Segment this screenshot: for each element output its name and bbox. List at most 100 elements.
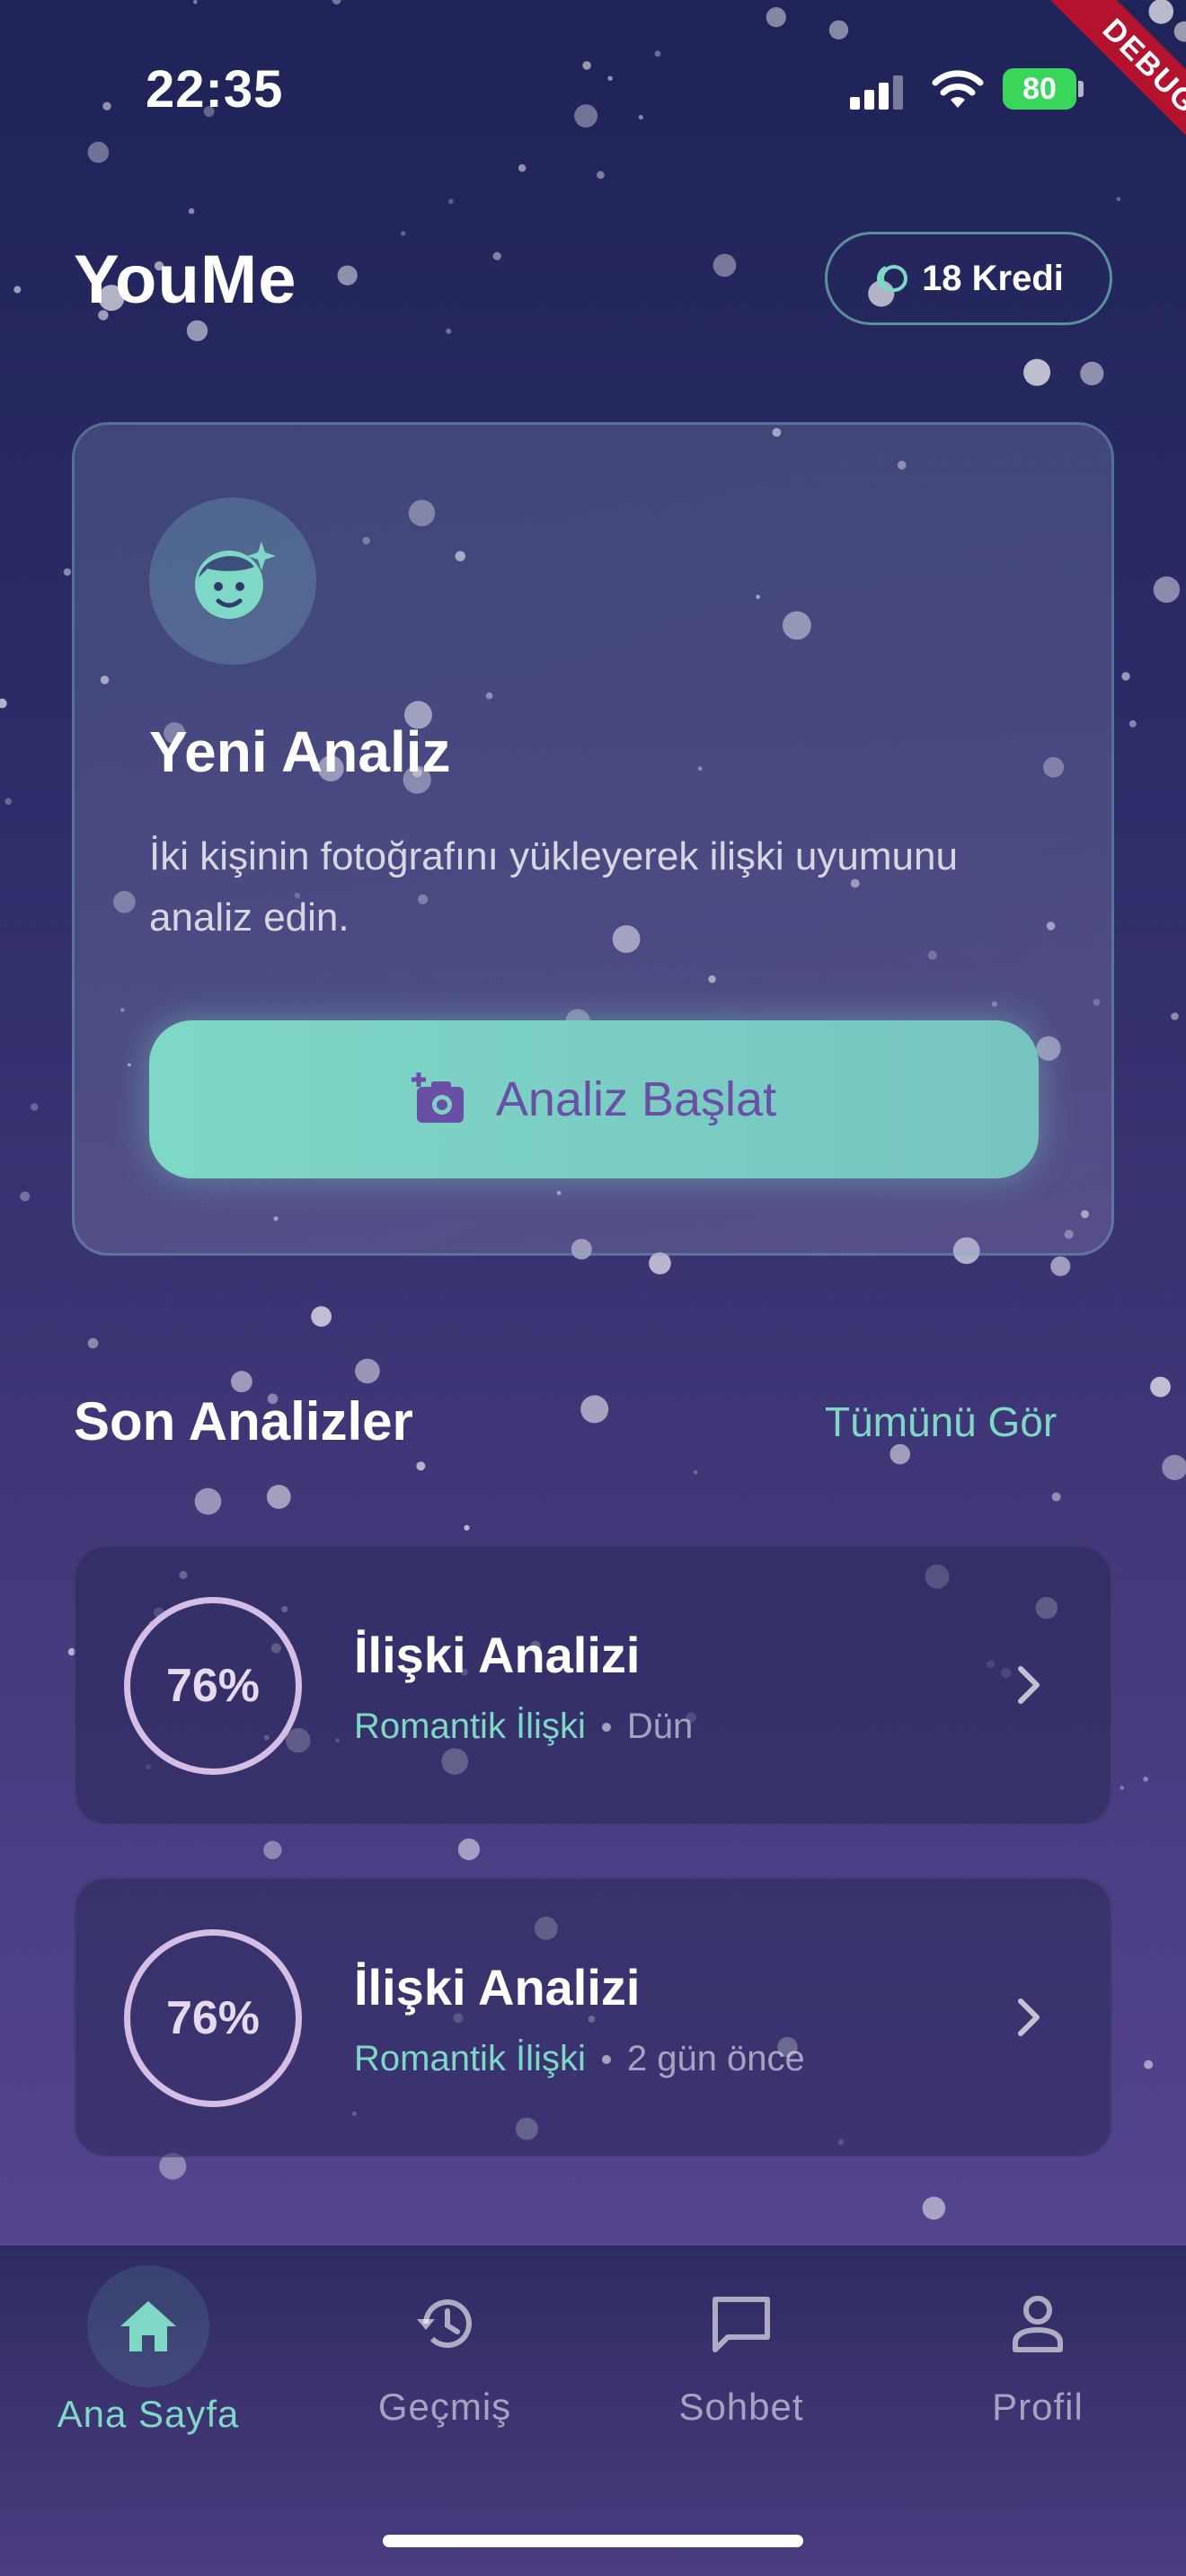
nav-label-history: Geçmiş — [377, 2386, 512, 2428]
relationship-type: Romantik İlişki — [354, 1707, 586, 1746]
home-indicator — [383, 2535, 803, 2547]
star — [401, 231, 406, 236]
star — [266, 1485, 291, 1509]
battery-tip — [1078, 81, 1084, 97]
star — [607, 75, 613, 81]
star — [13, 286, 22, 294]
recent-analysis-item[interactable]: 76% İlişki Analizi Romantik İlişki 2 gün… — [74, 1877, 1112, 2157]
star — [186, 320, 208, 341]
star — [102, 101, 111, 110]
coin-icon — [877, 265, 908, 292]
star — [492, 251, 501, 260]
star — [1051, 1492, 1061, 1502]
nav-label-chat: Sohbet — [678, 2386, 804, 2428]
star — [654, 50, 661, 57]
battery-indicator: 80 — [1003, 68, 1076, 110]
recent-analysis-item[interactable]: 76% İlişki Analizi Romantik İlişki Dün — [74, 1545, 1112, 1825]
star — [194, 1487, 222, 1515]
hero-description: İki kişinin fotoğrafını yükleyerek ilişk… — [149, 834, 958, 940]
credits-label: 18 Kredi — [922, 258, 1064, 298]
start-analysis-button[interactable]: Analiz Başlat — [149, 1020, 1039, 1178]
star — [332, 0, 341, 4]
recent-section-title: Son Analizler — [74, 1391, 413, 1451]
analysis-date: Dün — [626, 1707, 694, 1746]
chevron-right-icon — [1018, 1998, 1040, 2036]
star — [1080, 361, 1104, 385]
nav-icon-holder — [680, 2265, 802, 2382]
nav-active-indicator — [87, 2265, 209, 2387]
star — [87, 1337, 99, 1349]
star — [1121, 672, 1130, 681]
star — [1162, 1454, 1186, 1480]
star — [890, 1443, 910, 1465]
nav-icon-holder — [977, 2265, 1099, 2382]
analysis-meta: Romantik İlişki Dün — [354, 1707, 693, 1747]
score-value: 76% — [165, 1660, 261, 1712]
nav-label-home: Ana Sayfa — [57, 2393, 240, 2435]
nav-item-profile[interactable]: Profil — [930, 2265, 1146, 2429]
star — [1150, 1376, 1171, 1398]
battery-level: 80 — [1022, 72, 1057, 106]
star — [597, 171, 605, 180]
nav-item-history[interactable]: Geçmiş — [337, 2265, 553, 2429]
cellular-signal-icon — [850, 75, 903, 110]
star — [1023, 358, 1051, 386]
score-ring: 76% — [124, 1929, 302, 2107]
star — [518, 163, 527, 172]
star — [31, 1103, 39, 1111]
star — [638, 114, 643, 120]
star — [446, 328, 452, 334]
see-all-link[interactable]: Tümünü Gör — [825, 1398, 1057, 1446]
star — [582, 61, 591, 70]
star — [447, 198, 454, 205]
star — [355, 1358, 380, 1384]
start-analysis-label: Analiz Başlat — [495, 1072, 777, 1126]
star — [416, 1461, 426, 1471]
star — [1116, 197, 1121, 201]
score-value: 76% — [165, 1992, 261, 2044]
credits-badge[interactable]: 18 Kredi — [825, 232, 1112, 325]
nav-item-chat[interactable]: Sohbet — [633, 2265, 849, 2429]
star — [20, 1191, 31, 1202]
relationship-type: Romantik İlişki — [354, 2039, 586, 2078]
hero-title: Yeni Analiz — [149, 719, 451, 784]
face-icon-badge — [149, 498, 316, 665]
star — [464, 1524, 470, 1531]
profile-icon — [1013, 2296, 1063, 2352]
star — [1173, 21, 1186, 42]
star — [828, 20, 849, 40]
analysis-date: 2 gün önce — [626, 2039, 805, 2078]
star — [193, 0, 198, 4]
star — [693, 1469, 698, 1475]
star — [0, 698, 7, 709]
star — [1143, 1776, 1148, 1782]
star — [1153, 576, 1181, 604]
separator-dot — [601, 2054, 611, 2064]
star — [63, 568, 71, 576]
nav-label-profile: Profil — [992, 2386, 1084, 2428]
status-time: 22:35 — [146, 60, 284, 119]
chevron-right-icon — [1018, 1666, 1040, 1704]
star — [4, 798, 12, 806]
star — [337, 265, 358, 286]
face-sparkle-icon — [195, 542, 276, 619]
star — [1144, 2060, 1154, 2069]
star — [87, 141, 110, 163]
star — [1120, 1786, 1124, 1790]
star — [580, 1395, 609, 1424]
analysis-title: İlişki Analizi — [354, 1959, 641, 2016]
star — [1050, 1256, 1071, 1276]
star — [712, 253, 737, 278]
home-icon — [120, 2301, 176, 2351]
star — [231, 1371, 252, 1393]
star — [766, 7, 786, 28]
star — [311, 1306, 332, 1328]
star — [1148, 0, 1174, 24]
star — [574, 104, 597, 128]
nav-icon-holder — [384, 2265, 506, 2382]
separator-dot — [601, 1722, 611, 1732]
add-photo-icon — [411, 1072, 464, 1123]
nav-item-home[interactable]: Ana Sayfa — [40, 2265, 256, 2436]
analysis-title: İlişki Analizi — [354, 1627, 641, 1683]
chat-icon — [712, 2297, 770, 2352]
